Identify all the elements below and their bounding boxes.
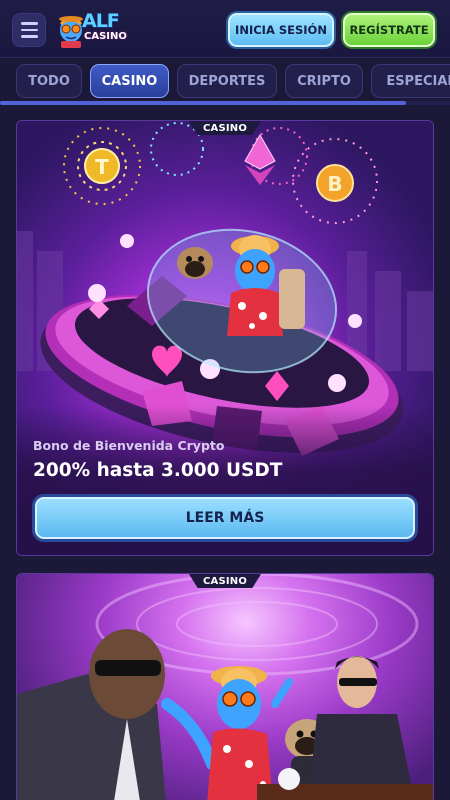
tether-icon: T [84,148,120,184]
menu-icon-bar [20,22,38,25]
svg-text:B: B [327,172,342,196]
cue-ball [278,768,300,790]
category-badge: CASINO [188,121,262,135]
top-header: ALF CASINO INICIA SESIÓN REGÍSTRATE [0,0,450,58]
promo-title: 200% hasta 3.000 USDT [33,460,283,481]
svg-text:T: T [95,155,109,179]
menu-icon-bar [20,35,38,38]
logo-subtext: CASINO [84,31,127,42]
alien-character [161,666,293,800]
promo-subtitle: Bono de Bienvenida Crypto [33,438,225,453]
tabs-scroll-thumb[interactable] [0,101,406,105]
tab-todo[interactable]: TODO [16,64,82,98]
read-more-button[interactable]: LEER MÁS [35,497,415,539]
ethereum-icon [244,133,276,185]
pug-dog-character [177,247,213,279]
logo-wordmark: ALF [82,10,120,32]
tab-deportes[interactable]: DEPORTES [177,64,277,98]
login-button[interactable]: INICIA SESIÓN [228,13,334,47]
category-badge: CASINO [188,574,262,588]
menu-icon-bar [20,28,38,32]
agent-man-character [17,629,166,800]
menu-button[interactable] [12,13,46,47]
bitcoin-icon: B [316,164,354,202]
category-tabs: TODO CASINO DEPORTES CRIPTO ESPECIAL [0,58,450,104]
promo-banner-image [17,574,433,800]
tab-especial[interactable]: ESPECIAL [371,64,450,98]
tab-casino[interactable]: CASINO [90,64,169,98]
alf-casino-logo[interactable]: ALF CASINO [56,9,130,49]
firework-right-icon [250,127,378,224]
register-button[interactable]: REGÍSTRATE [343,13,435,47]
agent-woman-character [308,656,415,800]
promo-card-crypto-bonus[interactable]: T B CASINO Bono de Bienvenida Crypto 200… [16,120,434,556]
billiards-agents-illustration [17,574,433,800]
tab-cripto[interactable]: CRIPTO [285,64,363,98]
promo-card-second[interactable]: CASINO [16,573,434,800]
